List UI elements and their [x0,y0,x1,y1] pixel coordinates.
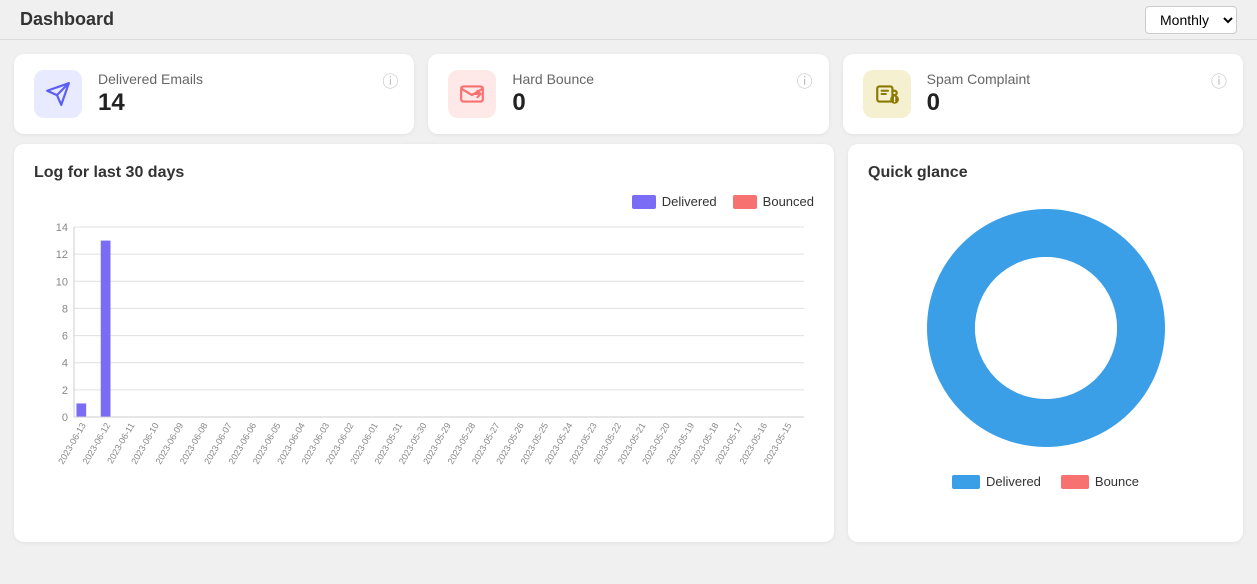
donut-legend-bounce-box [1061,475,1089,489]
bar-chart-title: Log for last 30 days [34,164,814,182]
svg-text:10: 10 [56,276,68,288]
svg-text:6: 6 [62,331,68,343]
bar-chart-svg: 024681012142023-06-132023-06-122023-06-1… [34,217,814,517]
period-select[interactable]: Monthly Weekly Daily [1145,6,1237,34]
donut-legend-delivered-label: Delivered [986,474,1041,489]
chart-legend: Delivered Bounced [34,194,814,209]
svg-text:2: 2 [62,385,68,397]
spam-label: Spam Complaint [927,71,1031,87]
svg-text:4: 4 [62,358,68,370]
spam-icon-bg [863,70,911,118]
header: Dashboard Monthly Weekly Daily [0,0,1257,40]
donut-legend-delivered-box [952,475,980,489]
bounce-value: 0 [512,89,594,117]
bounce-info-icon: ⓘ [797,68,813,92]
donut-legend-delivered: Delivered [952,474,1041,489]
spam-info-icon: ⓘ [1211,68,1227,92]
donut-chart-svg: 0 14 [916,198,1176,458]
donut-card: Quick glance 0 14 Delivered Bounce [848,144,1243,542]
svg-text:14: 14 [1038,370,1054,386]
bounce-mail-icon [459,81,485,107]
delivered-info: Delivered Emails 14 [98,71,203,117]
svg-text:12: 12 [56,249,68,261]
donut-title: Quick glance [868,164,968,182]
delivered-label: Delivered Emails [98,71,203,87]
paper-plane-icon [45,81,71,107]
bar-chart-area: 024681012142023-06-132023-06-122023-06-1… [34,217,814,522]
donut-legend-bounce: Bounce [1061,474,1139,489]
svg-text:0: 0 [1042,275,1050,291]
stat-cards-row: Delivered Emails 14 ⓘ Hard Bounce 0 ⓘ [0,40,1257,144]
delivered-icon-bg [34,70,82,118]
delivered-info-icon: ⓘ [382,68,398,92]
bounce-label: Hard Bounce [512,71,594,87]
bottom-section: Log for last 30 days Delivered Bounced 0… [0,144,1257,556]
page-title: Dashboard [20,9,114,30]
legend-bounced: Bounced [733,194,814,209]
stat-card-spam: Spam Complaint 0 ⓘ [843,54,1243,134]
spam-info: Spam Complaint 0 [927,71,1031,117]
svg-text:0: 0 [62,412,68,424]
bounce-icon-bg [448,70,496,118]
svg-text:8: 8 [62,303,68,315]
legend-delivered-label: Delivered [662,194,717,209]
spam-icon [874,81,900,107]
delivered-value: 14 [98,89,203,117]
legend-delivered-box [632,195,656,209]
legend-bounced-box [733,195,757,209]
donut-legend-bounce-label: Bounce [1095,474,1139,489]
bar-chart-card: Log for last 30 days Delivered Bounced 0… [14,144,834,542]
stat-card-bounce: Hard Bounce 0 ⓘ [428,54,828,134]
legend-delivered: Delivered [632,194,717,209]
svg-text:14: 14 [56,222,68,234]
stat-card-delivered: Delivered Emails 14 ⓘ [14,54,414,134]
spam-value: 0 [927,89,1031,117]
bounce-info: Hard Bounce 0 [512,71,594,117]
legend-bounced-label: Bounced [763,194,814,209]
donut-legend: Delivered Bounce [952,474,1139,489]
